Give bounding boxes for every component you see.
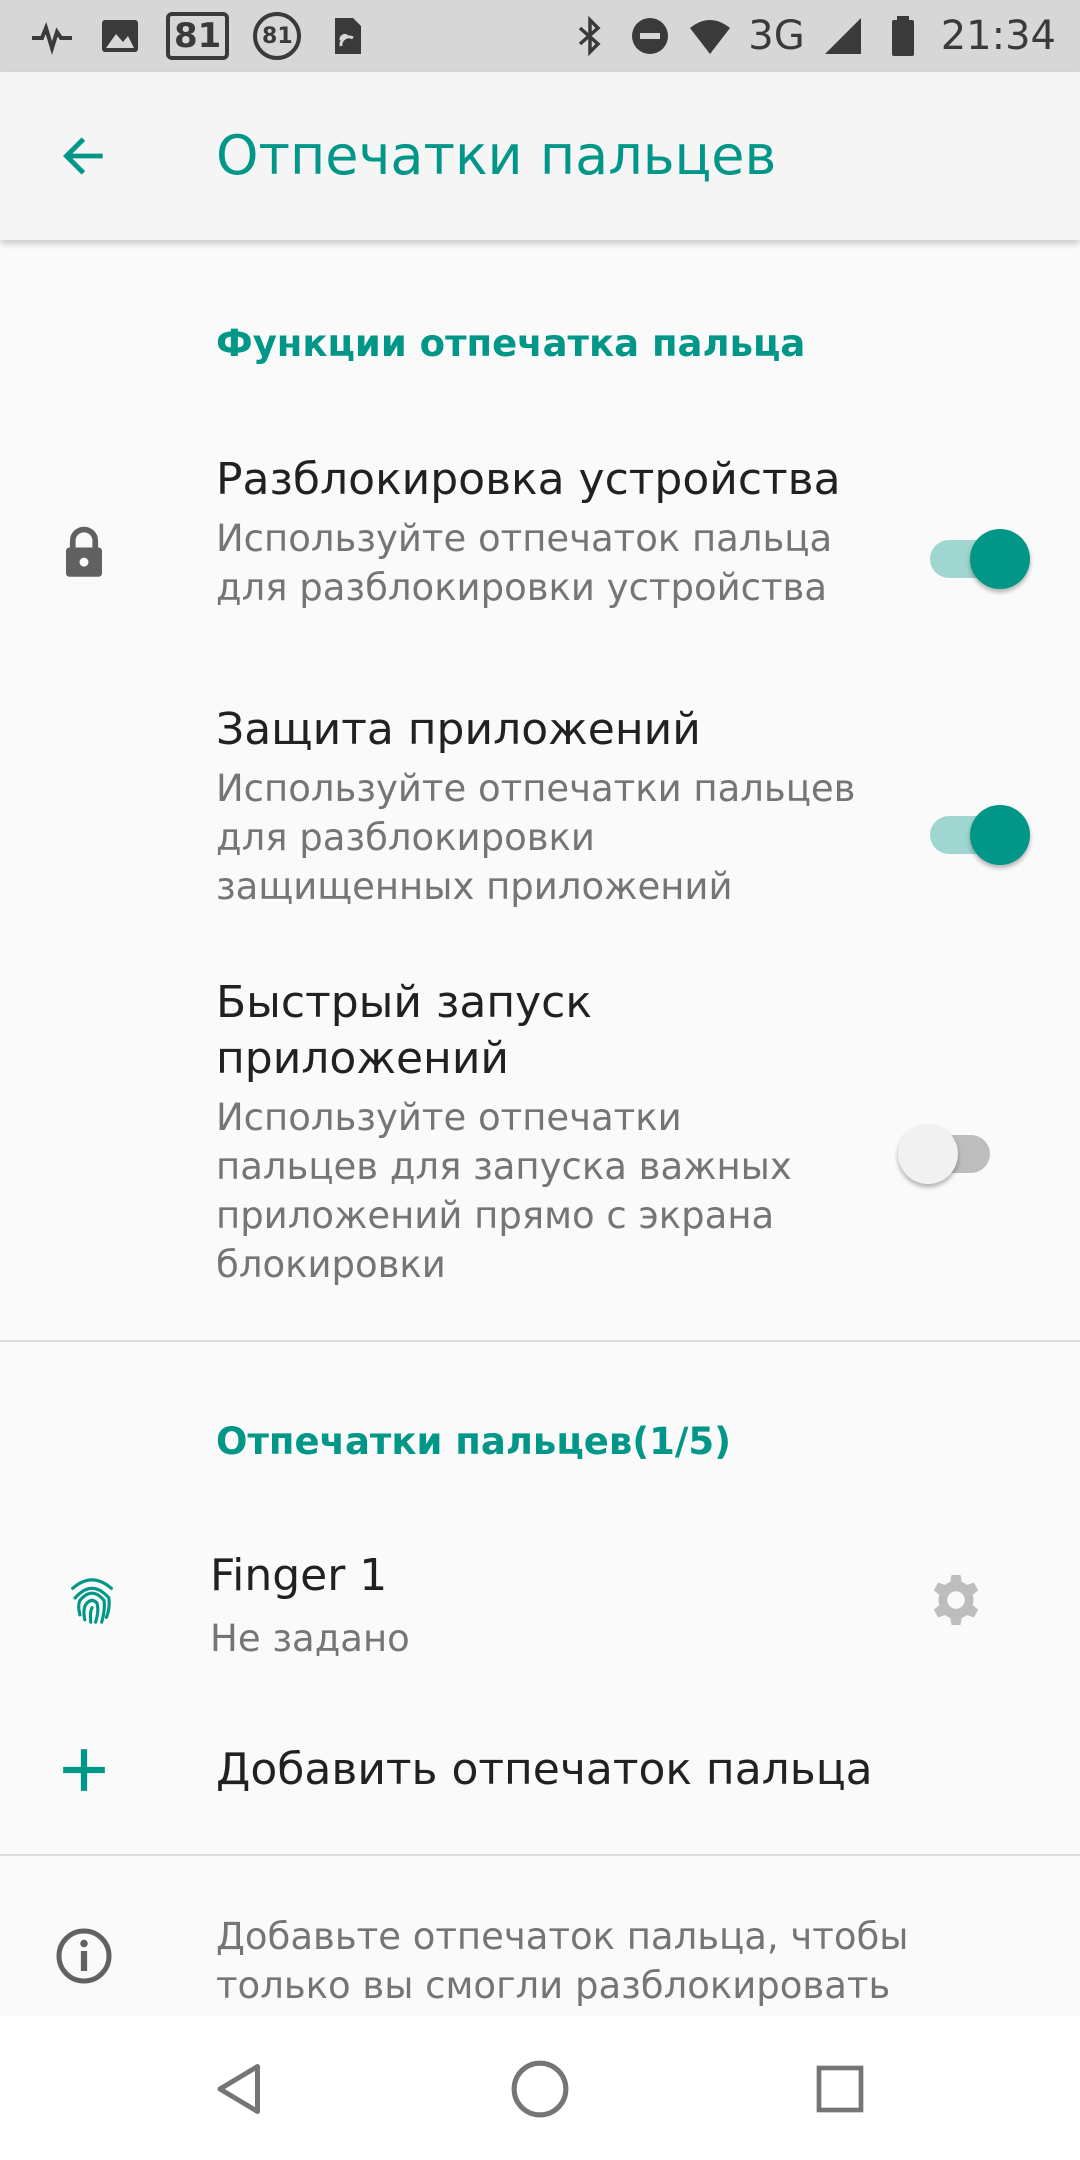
triangle-back-icon xyxy=(217,2064,260,2114)
arrow-back-icon xyxy=(63,137,103,175)
pref-title: Разблокировка устройства xyxy=(216,454,841,505)
sim-icon xyxy=(325,14,369,58)
fingerprint-settings-button[interactable] xyxy=(926,1570,986,1630)
nav-home-button[interactable] xyxy=(505,2054,575,2124)
divider xyxy=(0,1854,1080,1856)
fingerprint-title: Finger 1 xyxy=(210,1550,388,1601)
pref-summary: Используйте отпечатки пальцев для запуск… xyxy=(216,1096,792,1286)
back-button[interactable] xyxy=(50,122,118,190)
pref-title: Защита приложений xyxy=(216,704,701,755)
switch-thumb xyxy=(970,529,1030,589)
battery-icon xyxy=(881,14,925,58)
lock-icon xyxy=(54,522,114,582)
clock: 21:34 xyxy=(940,13,1056,59)
do-not-disturb-icon xyxy=(628,14,672,58)
divider xyxy=(0,1340,1080,1342)
fingerprint-item[interactable]: Finger 1 Не задано xyxy=(0,1520,1080,1680)
wifi-icon xyxy=(688,14,732,58)
image-icon xyxy=(98,14,142,58)
info-footer: Добавьте отпечаток пальца, чтобы только … xyxy=(0,1900,1080,2020)
info-text: Добавьте отпечаток пальца, чтобы только … xyxy=(216,1915,909,2007)
pref-quick-launch[interactable]: Быстрый запуск приложений Используйте от… xyxy=(0,975,1080,1295)
page-title: Отпечатки пальцев xyxy=(216,124,777,187)
status-right-icons: 3G 21:34 xyxy=(568,10,1056,62)
plus-icon xyxy=(54,1740,114,1800)
fingerprint-summary: Не задано xyxy=(210,1617,410,1660)
square-recents-icon xyxy=(816,2065,864,2113)
pref-summary: Используйте отпечатки пальцев для разбло… xyxy=(216,767,856,908)
gear-icon xyxy=(933,1575,979,1625)
nav-back-button[interactable] xyxy=(205,2054,275,2124)
badge-81-circle-icon: 81 xyxy=(253,12,302,60)
fingerprint-icon xyxy=(62,1568,122,1628)
app-bar: Отпечатки пальцев xyxy=(0,72,1080,240)
pulse-icon xyxy=(30,14,74,58)
circle-home-icon xyxy=(511,2060,569,2118)
section-header-features: Функции отпечатка пальца xyxy=(216,322,806,365)
status-left-icons: 81 81 xyxy=(30,10,369,62)
add-fingerprint-label: Добавить отпечаток пальца xyxy=(216,1744,873,1795)
pref-summary: Используйте отпечаток пальца для разблок… xyxy=(216,517,833,609)
pref-device-unlock[interactable]: Разблокировка устройства Используйте отп… xyxy=(0,430,1080,650)
pref-app-protection[interactable]: Защита приложений Используйте отпечатки … xyxy=(0,680,1080,920)
switch-thumb xyxy=(970,805,1030,865)
nav-recents-button[interactable] xyxy=(805,2054,875,2124)
device-unlock-switch[interactable] xyxy=(920,518,1030,589)
section-header-fingerprints: Отпечатки пальцев(1/5) xyxy=(216,1420,732,1463)
switch-thumb xyxy=(898,1124,958,1184)
pref-title: Быстрый запуск приложений xyxy=(216,977,592,1084)
network-type-label: 3G xyxy=(748,13,805,59)
status-bar: 81 81 3G 21:34 xyxy=(0,0,1080,72)
bluetooth-icon xyxy=(568,14,612,58)
signal-icon xyxy=(821,14,865,58)
app-protection-switch[interactable] xyxy=(920,794,1030,865)
add-fingerprint-button[interactable]: Добавить отпечаток пальца xyxy=(0,1720,1080,1850)
navigation-bar xyxy=(0,2016,1080,2160)
info-icon xyxy=(54,1926,114,1986)
badge-81-icon: 81 xyxy=(166,12,230,60)
quick-launch-switch[interactable] xyxy=(898,1113,1008,1184)
